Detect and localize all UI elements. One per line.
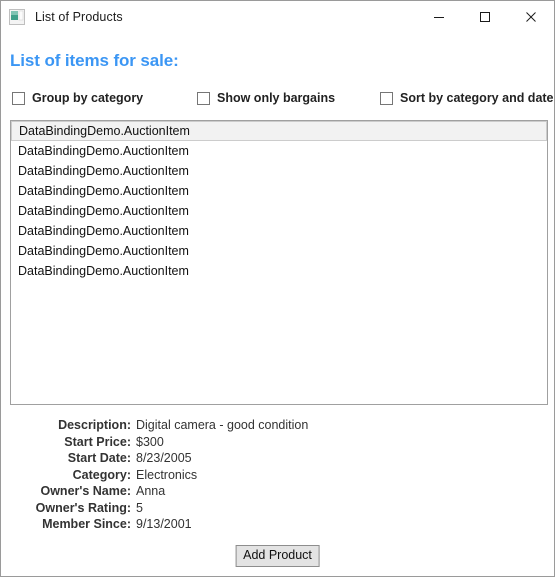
checkbox-label-show-only-bargains: Show only bargains (217, 91, 336, 105)
application-window-icon (9, 9, 25, 25)
page-title: List of items for sale: (10, 51, 179, 70)
title-bar: List of Products (1, 1, 554, 33)
detail-row-category: Category: Electronics (1, 468, 554, 485)
detail-label-member-since: Member Since: (42, 517, 131, 531)
client-area: List of items for sale: Group by categor… (1, 33, 554, 576)
detail-value-owners-name: Anna (136, 484, 166, 498)
list-item[interactable]: DataBindingDemo.AuctionItem (11, 221, 547, 241)
checkbox-box-group-by-category[interactable] (12, 91, 25, 105)
application-window: List of Products List of items for sale:… (0, 0, 555, 577)
window-controls (416, 1, 554, 33)
minimize-icon (434, 17, 444, 18)
detail-row-owners-name: Owner's Name: Anna (1, 484, 554, 501)
detail-row-start-price: Start Price: $300 (1, 435, 554, 452)
close-icon (526, 12, 536, 22)
detail-label-start-price: Start Price: (64, 434, 131, 449)
product-list[interactable]: DataBindingDemo.AuctionItem DataBindingD… (10, 120, 548, 405)
list-item[interactable]: DataBindingDemo.AuctionItem (11, 181, 547, 201)
window-title: List of Products (35, 10, 123, 24)
detail-row-member-since: Member Since: 9/13/2001 (1, 517, 554, 534)
checkbox-label-group-by-category: Group by category (32, 91, 144, 105)
list-item[interactable]: DataBindingDemo.AuctionItem (11, 201, 547, 221)
detail-value-category: Electronics (136, 467, 198, 482)
close-button[interactable] (508, 1, 554, 33)
checkbox-show-only-bargains[interactable]: Show only bargains (197, 91, 335, 105)
list-item[interactable]: DataBindingDemo.AuctionItem (11, 261, 547, 281)
list-item[interactable]: DataBindingDemo.AuctionItem (11, 141, 547, 161)
detail-label-owners-rating: Owner's Rating: (35, 500, 131, 515)
detail-row-owners-rating: Owner's Rating: 5 (1, 501, 554, 518)
detail-value-owners-rating: 5 (136, 500, 143, 515)
product-details: Description: Digital camera - good condi… (1, 418, 554, 534)
list-item[interactable]: DataBindingDemo.AuctionItem (11, 121, 547, 141)
checkbox-box-show-only-bargains[interactable] (197, 91, 210, 105)
list-item[interactable]: DataBindingDemo.AuctionItem (11, 241, 547, 261)
detail-label-category: Category: (72, 467, 131, 482)
checkbox-box-sort-by-category-and-date[interactable] (380, 91, 393, 105)
checkbox-group-by-category[interactable]: Group by category (12, 91, 143, 105)
detail-label-description: Description: (58, 418, 131, 432)
filter-options-row: Group by category Show only bargains Sor… (1, 91, 554, 111)
detail-row-description: Description: Digital camera - good condi… (1, 418, 554, 435)
detail-label-owners-name: Owner's Name: (40, 484, 131, 498)
minimize-button[interactable] (416, 1, 462, 33)
detail-label-start-date: Start Date: (67, 451, 131, 465)
detail-value-description: Digital camera - good condition (136, 418, 309, 432)
detail-row-start-date: Start Date: 8/23/2005 (1, 451, 554, 468)
detail-value-member-since: 9/13/2001 (136, 517, 192, 531)
checkbox-label-sort-by-category-and-date: Sort by category and date (400, 91, 554, 105)
maximize-button[interactable] (462, 1, 508, 33)
maximize-icon (480, 12, 490, 22)
detail-value-start-date: 8/23/2005 (136, 451, 192, 465)
list-item[interactable]: DataBindingDemo.AuctionItem (11, 161, 547, 181)
add-product-button[interactable]: Add Product (235, 545, 320, 567)
detail-value-start-price: $300 (136, 434, 164, 449)
checkbox-sort-by-category-and-date[interactable]: Sort by category and date (380, 91, 554, 105)
